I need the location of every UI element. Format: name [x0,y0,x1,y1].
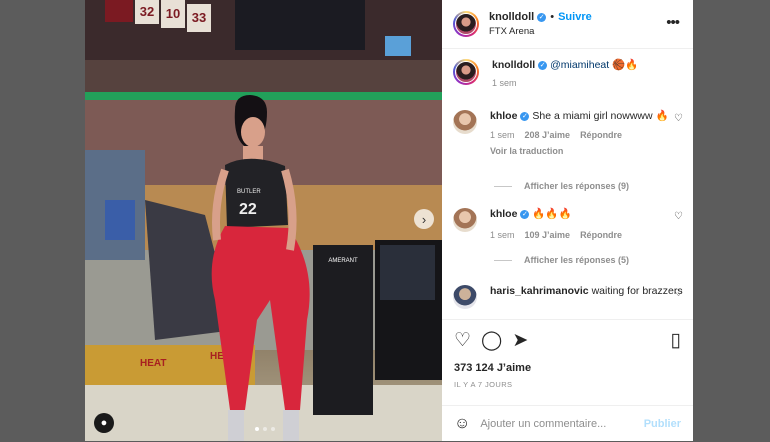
comment-item: haris_kahrimanovic waiting for brazzers … [453,285,683,309]
view-replies-button[interactable]: Afficher les réponses (9) [494,181,629,191]
post-header: knolldoll ✓ • Suivre FTX Arena ••• [442,0,693,49]
caption-mention[interactable]: @miamiheat [550,59,609,71]
post-photo[interactable]: 32 10 33 HEAT HEAT AMERANT 22 [85,0,442,441]
comment-time: 1 sem [490,230,515,240]
comment-username[interactable]: khloe [490,110,517,122]
separator-dot: • [550,11,555,23]
author-username[interactable]: knolldoll [489,11,534,23]
reply-button[interactable]: Répondre [580,230,622,240]
reply-button[interactable]: Répondre [580,130,622,140]
caption-username[interactable]: knolldoll [492,59,535,71]
heart-icon[interactable]: ♡ [454,331,471,351]
verified-badge-icon: ✓ [537,12,547,22]
avatar[interactable] [453,59,479,85]
comment-item: khloe ✓ 🔥🔥🔥 1 sem 109 J’aime Répondre ♡ [453,208,683,242]
avatar[interactable] [453,11,479,37]
caption: knolldoll ✓ @miamiheat 🏀🔥 1 sem [453,59,683,90]
seat-text: AMERANT [328,258,358,264]
court-text: HEAT [140,358,166,369]
banner-number: 32 [140,4,154,19]
jersey-number: 22 [239,201,257,218]
comment-likes[interactable]: 208 J’aime [525,130,571,140]
comment-text: waiting for brazzers [591,285,683,297]
add-comment-bar: ☺ Ajouter un commentaire... Publier [442,405,693,442]
heart-icon[interactable]: ♡ [674,211,683,222]
comment-username[interactable]: haris_kahrimanovic [490,285,589,297]
post-age: IL Y A 7 JOURS [454,380,513,389]
avatar[interactable] [453,285,477,309]
arena-scene: 32 10 33 HEAT HEAT AMERANT 22 [85,0,442,441]
bookmark-icon[interactable]: ▯ [671,331,681,351]
comment-item: khloe ✓ She a miami girl nowwww 🔥 1 sem 20… [453,110,683,158]
carousel-dot [271,427,275,431]
caption-emoji: 🏀🔥 [612,59,639,71]
comment-text: She a miami girl nowwww 🔥 [532,110,669,122]
view-replies-label: Afficher les réponses (5) [524,255,630,265]
comment-likes[interactable]: 109 J’aime [525,230,571,240]
jersey-name: BUTLER [237,189,261,195]
heart-icon[interactable]: ♡ [674,113,683,124]
location-link[interactable]: FTX Arena [489,26,592,37]
verified-badge-icon: ✓ [538,61,548,70]
user-tag-icon[interactable]: ● [94,413,114,433]
avatar[interactable] [453,110,477,134]
comment-input[interactable]: Ajouter un commentaire... [480,418,643,430]
comments-list: knolldoll ✓ @miamiheat 🏀🔥 1 sem khloe ✓ Sh… [442,48,693,319]
heart-icon[interactable]: ♡ [674,288,683,299]
post-modal: 32 10 33 HEAT HEAT AMERANT 22 [85,0,693,441]
comment-text: 🔥🔥🔥 [532,208,572,220]
caption-time: 1 sem [492,78,517,88]
banner-number: 33 [192,10,206,25]
publish-button[interactable]: Publier [644,418,681,430]
carousel-dots [255,427,275,431]
post-actions: ♡ ◯ ➤ ▯ 373 124 J’aime IL Y A 7 JOURS [442,319,693,389]
translate-link[interactable]: Voir la traduction [490,145,683,158]
share-icon[interactable]: ➤ [512,331,528,351]
follow-button[interactable]: Suivre [558,11,592,23]
comment-username[interactable]: khloe [490,208,517,220]
post-sidebar: knolldoll ✓ • Suivre FTX Arena ••• knoll… [442,0,693,441]
chevron-right-icon[interactable]: › [414,209,434,229]
verified-badge-icon: ✓ [520,112,530,121]
carousel-dot [255,427,259,431]
avatar[interactable] [453,208,477,232]
comment-icon[interactable]: ◯ [481,331,502,351]
comment-time: 1 sem [490,130,515,140]
view-replies-button[interactable]: Afficher les réponses (5) [494,255,629,265]
carousel-dot [263,427,267,431]
view-replies-label: Afficher les réponses (9) [524,181,630,191]
likes-count[interactable]: 373 124 J’aime [454,362,681,374]
banner-number: 10 [166,6,180,21]
verified-badge-icon: ✓ [520,210,530,219]
more-icon[interactable]: ••• [666,14,680,31]
emoji-icon[interactable]: ☺ [454,415,470,433]
